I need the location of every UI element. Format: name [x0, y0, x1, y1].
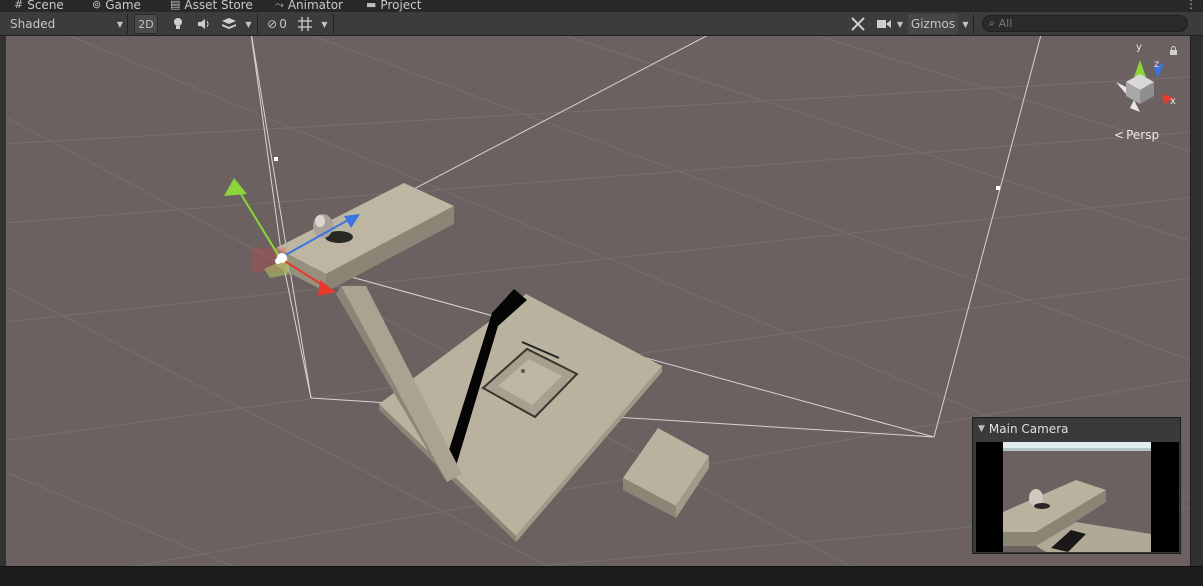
effects-toggle-icon[interactable]: [219, 14, 239, 34]
hidden-objects-toggle[interactable]: ⊘ 0: [262, 14, 292, 34]
camera-preview-title: Main Camera: [988, 422, 1069, 436]
tab-animator-label: Animator: [287, 0, 343, 12]
projection-toggle[interactable]: < Persp: [1114, 128, 1159, 142]
animator-icon: ⤳: [275, 0, 284, 11]
camera-dropdown-chevron-icon[interactable]: ▼: [894, 14, 906, 34]
tab-scene-label: Scene: [27, 0, 64, 12]
scene-toolbar: Shaded ▼ 2D ▼ ⊘ 0 ▼ ▼ Gizmos ▼ ⌕: [0, 12, 1203, 36]
y-axis-label: y: [1136, 42, 1142, 53]
tab-game[interactable]: ⊚ Game: [92, 0, 141, 12]
tab-project-label: Project: [380, 0, 422, 12]
tab-project[interactable]: ▬ Project: [366, 0, 421, 12]
tab-asset-store-label: Asset Store: [184, 0, 253, 12]
shading-mode-dropdown[interactable]: Shaded ▼: [4, 14, 128, 34]
camera-preview-header[interactable]: ▼ Main Camera: [973, 418, 1180, 440]
tools-icon[interactable]: [848, 14, 868, 34]
effects-dropdown-chevron-icon[interactable]: ▼: [240, 14, 258, 34]
lighting-toggle-icon[interactable]: [168, 14, 188, 34]
camera-preview-window: ▼ Main Camera: [972, 417, 1181, 554]
status-bar: [0, 566, 1203, 586]
right-panel-edge: [1190, 36, 1203, 566]
audio-toggle-icon[interactable]: [194, 14, 214, 34]
camera-preview-render: [976, 442, 1179, 552]
tab-scene[interactable]: # Scene: [14, 0, 64, 12]
perspective-icon: <: [1114, 128, 1125, 142]
toggle-2d-button[interactable]: 2D: [134, 14, 158, 34]
z-axis-label: z: [1154, 59, 1160, 70]
collapse-triangle-icon: ▼: [978, 424, 985, 434]
shading-mode-label: Shaded: [10, 17, 56, 31]
x-axis-label: x: [1170, 96, 1176, 107]
lock-icon[interactable]: [1169, 46, 1178, 55]
tab-asset-store[interactable]: ▤ Asset Store: [170, 0, 253, 12]
hidden-objects-count: 0: [279, 17, 287, 31]
camera-settings-icon[interactable]: [874, 14, 894, 34]
gizmos-button[interactable]: Gizmos: [908, 14, 958, 34]
scene-search-field[interactable]: ⌕: [982, 15, 1188, 32]
grid-dropdown-chevron-icon[interactable]: ▼: [316, 14, 334, 34]
search-icon: ⌕: [989, 18, 995, 29]
folder-icon: ▬: [366, 0, 377, 11]
more-options-icon[interactable]: ⋮: [1185, 0, 1197, 11]
gizmos-dropdown-chevron-icon[interactable]: ▼: [958, 14, 974, 34]
store-icon: ▤: [170, 0, 181, 11]
search-input[interactable]: [998, 17, 1169, 30]
grid-icon: #: [14, 0, 24, 11]
window-tab-bar: # Scene ⊚ Game ▤ Asset Store ⤳ Animator …: [0, 0, 1203, 12]
projection-label: Persp: [1126, 128, 1160, 142]
tab-animator[interactable]: ⤳ Animator: [275, 0, 343, 12]
gamepad-icon: ⊚: [92, 0, 102, 11]
eye-slash-icon: ⊘: [267, 17, 278, 31]
grid-toggle-icon[interactable]: [294, 14, 316, 34]
chevron-down-icon: ▼: [116, 19, 123, 29]
tab-game-label: Game: [105, 0, 141, 12]
